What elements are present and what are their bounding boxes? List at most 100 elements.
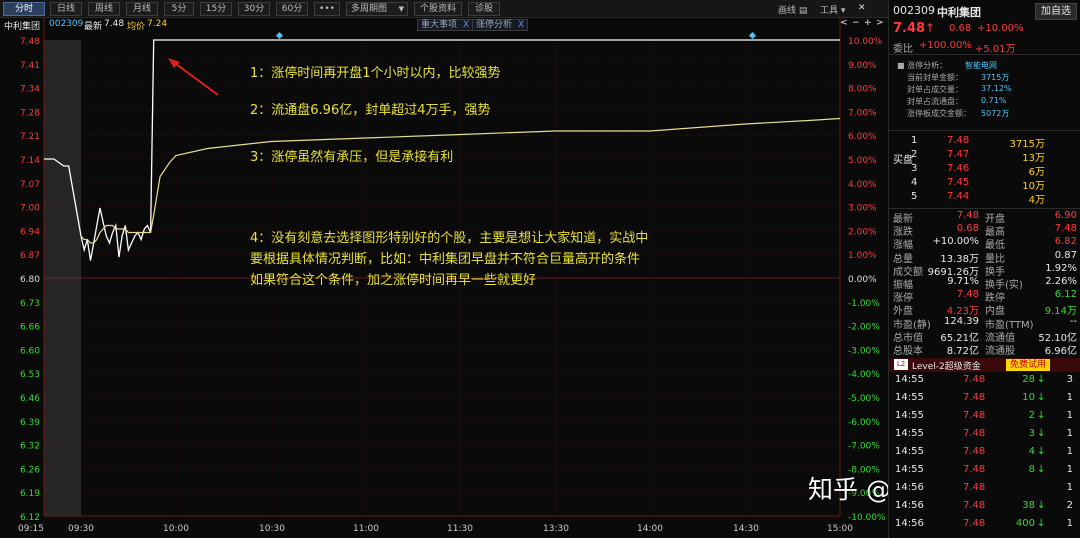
annotation-4: 4：没有刻意去选择图形特别好的个股，主要是想让大家知道，实战中 <box>250 231 649 246</box>
bid-row: 3 7.46 6万 <box>889 163 1080 178</box>
tick-count: 1 <box>1066 410 1073 421</box>
tick-time: 14:56 <box>895 482 924 493</box>
tick-volume: 4 <box>1028 446 1035 457</box>
trade-tick-row: 14:55 7.48 10 ↓ 1 <box>889 392 1080 405</box>
panel-change-pct: +10.00% <box>977 23 1024 34</box>
pct-tick-label: -4.00% <box>848 370 880 380</box>
order-diff-value: +5.01万 <box>975 44 1016 55</box>
pct-tick-label: 10.00% <box>848 37 883 47</box>
bid-level: 5 <box>911 191 918 202</box>
bid-volume: 6万 <box>1028 167 1045 178</box>
tick-price: 7.48 <box>963 446 986 457</box>
limit-up-title-label: ■ 涨停分析： <box>897 61 948 70</box>
trade-tick-row: 14:55 7.48 2 ↓ 1 <box>889 410 1080 423</box>
tick-volume: 2 <box>1028 410 1035 421</box>
stat-value: 6.96亿 <box>1044 346 1077 357</box>
time-tick-label: 14:30 <box>733 524 759 534</box>
tick-price: 7.48 <box>963 410 986 421</box>
free-trial-button[interactable]: 免费试用 <box>1006 359 1051 371</box>
stat-value: 7.48 <box>1054 223 1077 235</box>
limit-up-sector: 智能电网 <box>965 61 997 70</box>
tick-count: 1 <box>1066 482 1073 493</box>
trade-tick-row: 14:55 7.48 3 ↓ 1 <box>889 428 1080 441</box>
annotation-2: 2：流通盘6.96亿，封单超过4万手，强势 <box>250 103 491 118</box>
pct-tick-label: 0.00% <box>848 275 877 285</box>
bid-volume: 4万 <box>1028 195 1045 206</box>
price-tick-label: 6.32 <box>20 442 40 452</box>
price-tick-label: 6.19 <box>20 489 40 499</box>
panel-code: 002309 <box>893 4 935 17</box>
down-arrow-icon: ↓ <box>1037 446 1046 457</box>
add-favorite-button[interactable]: 加自选 <box>1035 3 1077 20</box>
limit-up-row-value: 3715万 <box>981 73 1010 82</box>
stat-value: 8.72亿 <box>946 346 979 357</box>
pct-tick-label: 1.00% <box>848 251 877 261</box>
stat-row: 总量 13.38万 量比 0.87 <box>889 250 1080 265</box>
event-marker-icon <box>748 31 757 40</box>
avg-price-line <box>80 117 841 244</box>
tick-price: 7.48 <box>963 482 986 493</box>
bid-price: 7.45 <box>947 177 970 188</box>
stat-row: 外盘 4.23万 内盘 9.14万 <box>889 302 1080 317</box>
tick-price: 7.48 <box>963 428 986 439</box>
tick-price: 7.48 <box>963 392 986 403</box>
tick-time: 14:56 <box>895 518 924 529</box>
tick-count: 1 <box>1066 464 1073 475</box>
price-tick-label: 6.53 <box>20 370 40 380</box>
price-tick-label: 6.26 <box>20 465 40 475</box>
bid-volume: 3715万 <box>1009 139 1045 150</box>
down-arrow-icon: ↓ <box>1037 392 1046 403</box>
stat-row: 振幅 9.71% 换手(实) 2.26% <box>889 276 1080 291</box>
time-tick-label: 15:00 <box>827 524 853 534</box>
bid-volume: 10万 <box>1022 181 1045 192</box>
down-arrow-icon: ↓ <box>1037 374 1046 385</box>
stat-value: 124.39 <box>944 315 979 327</box>
price-tick-label: 7.00 <box>20 204 40 214</box>
price-tick-label: 7.34 <box>20 85 40 95</box>
price-tick-label: 6.66 <box>20 323 40 333</box>
pct-tick-label: 7.00% <box>848 108 877 118</box>
tick-time: 14:55 <box>895 428 924 439</box>
tick-price: 7.48 <box>963 518 986 529</box>
pct-tick-label: -1.00% <box>848 299 880 309</box>
pct-tick-label: 8.00% <box>848 85 877 95</box>
price-tick-label: 6.73 <box>20 299 40 309</box>
level2-label: Level-2超级资金 <box>912 362 981 372</box>
down-arrow-icon: ↓ <box>1037 518 1046 529</box>
pct-tick-label: 5.00% <box>848 156 877 166</box>
bid-price: 7.46 <box>947 163 970 174</box>
level2-banner: L2 Level-2超级资金 免费试用 <box>889 358 1080 372</box>
stat-value: 6.82 <box>1054 236 1077 248</box>
stat-value: 9.71% <box>947 276 979 287</box>
stat-label: 总股本 <box>893 346 923 357</box>
price-tick-label: 7.41 <box>20 61 40 71</box>
trade-tick-row: 14:56 7.48 38 ↓ 2 <box>889 500 1080 513</box>
bid-price: 7.44 <box>947 191 970 202</box>
limit-up-row-label: 涨停板成交金额： <box>907 109 971 118</box>
price-tick-label: 6.94 <box>20 227 40 237</box>
stat-row: 成交额 9691.26万 换手 1.92% <box>889 262 1080 278</box>
bid-row: 5 7.44 4万 <box>889 191 1080 206</box>
tick-count: 1 <box>1066 446 1073 457</box>
tick-time: 14:55 <box>895 374 924 385</box>
time-tick-label: 10:00 <box>163 524 189 534</box>
quote-panel: 002309 中利集团 加自选 7.48 ↑ 0.68 +10.00% 委比 +… <box>888 0 1080 538</box>
panel-price: 7.48 <box>893 21 926 36</box>
time-tick-label: 09:30 <box>68 524 94 534</box>
down-arrow-icon: ↓ <box>1037 500 1046 511</box>
stat-value: 1.92% <box>1045 262 1077 274</box>
trade-tick-row: 14:56 7.48 1 <box>889 482 1080 495</box>
price-tick-label: 7.48 <box>20 37 40 47</box>
down-arrow-icon: ↓ <box>1037 410 1046 421</box>
tick-time: 14:55 <box>895 410 924 421</box>
price-tick-label: 7.28 <box>20 108 40 118</box>
stat-value: 0.68 <box>956 223 979 235</box>
tick-volume: 10 <box>1022 392 1035 403</box>
bid-price: 7.47 <box>947 149 970 160</box>
bid-level: 2 <box>911 149 918 160</box>
trade-tick-row: 14:55 7.48 4 ↓ 1 <box>889 446 1080 459</box>
stat-row: 涨幅 +10.00% 最低 6.82 <box>889 236 1080 251</box>
stat-row: 涨停 7.48 跌停 6.12 <box>889 289 1080 304</box>
price-tick-label: 7.14 <box>20 156 40 166</box>
tick-time: 14:55 <box>895 392 924 403</box>
